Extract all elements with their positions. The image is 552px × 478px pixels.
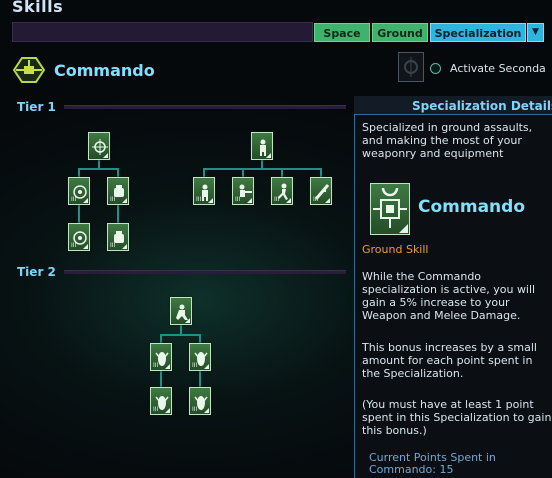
rank-marks: III xyxy=(71,242,77,249)
tab-ground[interactable]: Ground xyxy=(372,23,428,42)
rank-corner-icon xyxy=(83,244,88,249)
tab-space[interactable]: Space xyxy=(314,23,370,42)
skill-connector xyxy=(117,168,119,177)
tier-1-divider xyxy=(64,105,346,109)
rank-corner-icon xyxy=(399,224,408,233)
skill-t1-right-b[interactable]: III xyxy=(232,177,254,205)
skill-connector xyxy=(160,334,201,336)
tier-2-divider xyxy=(64,270,346,274)
skill-connector xyxy=(281,168,283,177)
skill-t1-right-a[interactable]: III xyxy=(193,177,215,205)
rank-corner-icon xyxy=(165,408,170,413)
points-spent: Current Points Spent in Commando: 15 xyxy=(369,451,496,476)
rank-corner-icon xyxy=(204,408,209,413)
skill-connector xyxy=(117,205,119,223)
rank-corner-icon xyxy=(103,153,108,158)
activate-secondary-radio[interactable] xyxy=(430,63,441,74)
commando-skill-icon xyxy=(370,183,410,235)
skill-connector xyxy=(78,168,80,177)
rank-corner-icon xyxy=(122,198,127,203)
skill-connector xyxy=(199,371,201,387)
window-title: Skills xyxy=(12,0,64,16)
details-paragraph-1: While the Commando specialization is act… xyxy=(362,270,536,322)
rank-corner-icon xyxy=(325,198,330,203)
skill-t1-left-d[interactable]: III xyxy=(107,223,129,251)
skill-t2-root[interactable] xyxy=(170,297,192,325)
rank-corner-icon xyxy=(266,153,271,158)
tab-specialization[interactable]: Specialization xyxy=(430,23,526,42)
skill-t1-root-left[interactable] xyxy=(88,132,110,160)
skill-t2-a[interactable]: III xyxy=(150,343,172,371)
skill-t2-c[interactable]: III xyxy=(150,387,172,415)
tab-dropdown-button[interactable]: ▼ xyxy=(527,23,544,42)
rank-marks: III xyxy=(274,196,280,203)
rank-corner-icon xyxy=(165,364,170,369)
rank-marks: III xyxy=(313,196,319,203)
skill-t1-left-b[interactable]: III xyxy=(107,177,129,205)
skill-t2-d[interactable]: III xyxy=(189,387,211,415)
skill-connector xyxy=(160,334,162,343)
skill-connector xyxy=(199,334,201,343)
rank-marks: III xyxy=(153,362,159,369)
skill-t1-right-c[interactable]: III xyxy=(271,177,293,205)
rank-marks: III xyxy=(110,242,116,249)
tier-1-label: Tier 1 xyxy=(17,100,56,114)
empty-slot-icon xyxy=(404,57,418,77)
skill-t1-left-c[interactable]: III xyxy=(68,223,90,251)
skill-connector xyxy=(242,168,244,177)
rank-marks: III xyxy=(71,196,77,203)
rank-marks: III xyxy=(196,196,202,203)
details-skill-name: Commando xyxy=(418,197,526,217)
skill-connector xyxy=(160,371,162,387)
skill-t1-right-d[interactable]: III xyxy=(310,177,332,205)
details-paragraph-3: (You must have at least 1 point spent in… xyxy=(362,398,552,437)
skill-points-bar xyxy=(12,22,313,42)
rank-marks: III xyxy=(110,196,116,203)
skill-connector xyxy=(203,168,205,177)
rank-corner-icon xyxy=(286,198,291,203)
specialization-name: Commando xyxy=(54,61,155,80)
skill-connector xyxy=(203,168,321,170)
details-paragraph-2: This bonus increases by a small amount f… xyxy=(362,341,537,380)
rank-corner-icon xyxy=(204,364,209,369)
chevron-down-icon: ▼ xyxy=(532,27,539,37)
details-summary: Specialized in ground assaults, and maki… xyxy=(362,121,533,160)
rank-corner-icon xyxy=(247,198,252,203)
skill-connector xyxy=(78,205,80,223)
details-title: Specialization Details xyxy=(412,99,552,113)
rank-corner-icon xyxy=(122,244,127,249)
rank-marks: III xyxy=(192,406,198,413)
rank-marks: III xyxy=(235,196,241,203)
rank-corner-icon xyxy=(185,318,190,323)
rank-marks: III xyxy=(153,406,159,413)
activate-secondary-label: Activate Seconda xyxy=(450,62,546,75)
skill-t2-b[interactable]: III xyxy=(189,343,211,371)
skill-t1-root-right[interactable] xyxy=(251,132,273,160)
skill-connector xyxy=(320,168,322,177)
commando-emblem-icon xyxy=(12,56,46,84)
tier-2-label: Tier 2 xyxy=(17,265,56,279)
rank-marks: III xyxy=(192,362,198,369)
secondary-spec-slot[interactable] xyxy=(398,52,424,82)
skill-connector xyxy=(78,168,118,170)
skill-t1-left-a[interactable]: III xyxy=(68,177,90,205)
rank-corner-icon xyxy=(208,198,213,203)
rank-corner-icon xyxy=(83,198,88,203)
skill-type-label: Ground Skill xyxy=(362,243,429,256)
